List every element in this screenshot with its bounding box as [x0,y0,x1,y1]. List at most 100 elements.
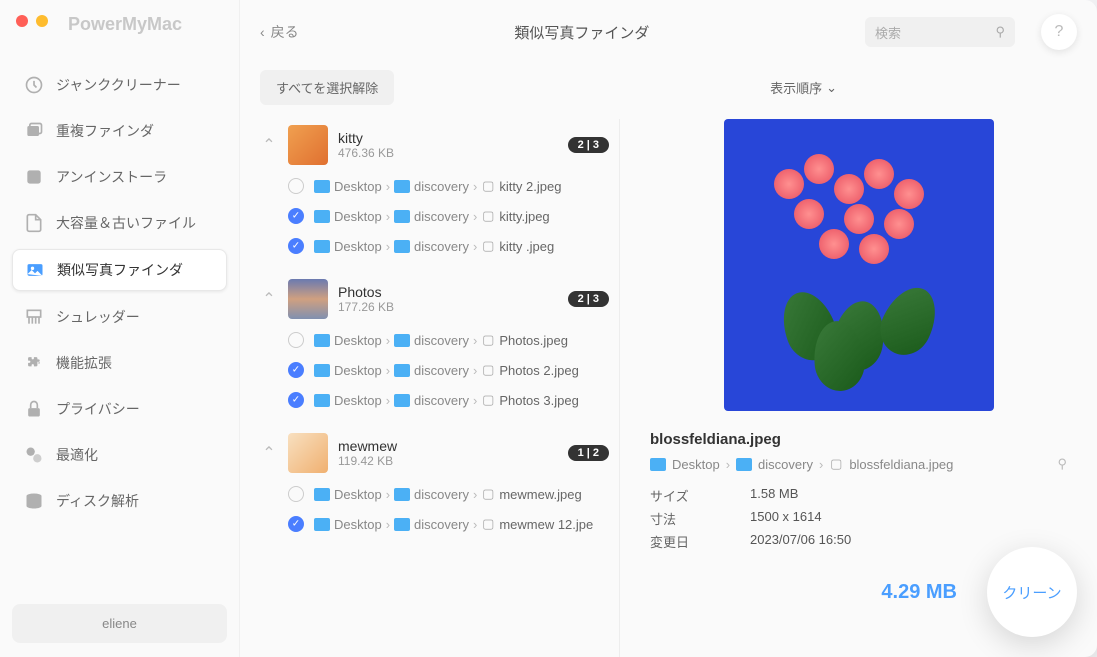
folder-icon [394,334,410,347]
preview-image [724,119,994,411]
checkbox[interactable] [288,208,304,224]
sort-button[interactable]: 表示順序 ⌄ [770,78,837,97]
sidebar-item-large-old-files[interactable]: 大容量＆古いファイル [12,203,227,243]
folder-icon [314,394,330,407]
image-file-icon: ▢ [481,392,495,408]
count-badge: 2 | 3 [568,137,609,153]
filename: kitty .jpeg [499,239,554,254]
checkbox[interactable] [288,238,304,254]
sidebar: PowerMyMac ジャンククリーナー 重複ファインダ アンインストーラ 大容… [0,0,240,657]
uninstall-icon [24,167,44,187]
sidebar-label: 重複ファインダ [56,121,154,141]
thumbnail [288,433,328,473]
clean-button[interactable]: クリーン [987,547,1077,637]
thumbnail [288,125,328,165]
close-window-button[interactable] [16,15,28,27]
checkbox[interactable] [288,362,304,378]
collapse-icon[interactable]: ⌃ [260,444,278,462]
sidebar-item-uninstaller[interactable]: アンインストーラ [12,157,227,197]
collapse-icon[interactable]: ⌃ [260,136,278,154]
group-header[interactable]: ⌃ Photos 177.26 KB 2 | 3 [260,273,609,325]
list-panel: ⌃ kitty 476.36 KB 2 | 3 Desktop›discover… [240,119,620,657]
meta-label: 寸法 [650,509,750,528]
file-row[interactable]: Desktop›discovery›▢Photos 3.jpeg [260,385,609,415]
file-row[interactable]: Desktop›discovery›▢mewmew 12.jpe [260,509,609,539]
folder-icon [314,180,330,193]
duplicate-icon [24,121,44,141]
checkbox[interactable] [288,178,304,194]
user-badge[interactable]: eliene [12,604,227,643]
folder-icon [394,180,410,193]
image-file-icon: ▢ [481,332,495,348]
filename: Photos 3.jpeg [499,393,579,408]
main-content: ‹ 戻る 類似写真ファインダ 検索 ⚲ ? すべてを選択解除 表示順序 ⌄ ⌃ [240,0,1097,657]
sidebar-item-shredder[interactable]: シュレッダー [12,297,227,337]
filename: Photos.jpeg [499,333,568,348]
file-row[interactable]: Desktop›discovery›▢Photos.jpeg [260,325,609,355]
file-row[interactable]: Desktop›discovery›▢Photos 2.jpeg [260,355,609,385]
sidebar-item-disk-analysis[interactable]: ディスク解析 [12,481,227,521]
image-file-icon: ▢ [481,208,495,224]
sidebar-label: 類似写真ファインダ [57,260,183,280]
folder-icon [314,518,330,531]
group-header[interactable]: ⌃ mewmew 119.42 KB 1 | 2 [260,427,609,479]
folder-icon [394,394,410,407]
photo-icon [25,260,45,280]
optimize-icon [24,445,44,465]
file-row[interactable]: Desktop›discovery›▢kitty 2.jpeg [260,171,609,201]
meta-value: 2023/07/06 16:50 [750,532,851,551]
sidebar-item-privacy[interactable]: プライバシー [12,389,227,429]
image-file-icon: ▢ [481,362,495,378]
file-row[interactable]: Desktop›discovery›▢kitty.jpeg [260,201,609,231]
folder-icon [314,488,330,501]
checkbox[interactable] [288,516,304,532]
checkbox[interactable] [288,392,304,408]
app-title: PowerMyMac [68,14,182,35]
bottom-bar: 4.29 MB クリーン [881,547,1077,637]
filename: kitty.jpeg [499,209,549,224]
group-header[interactable]: ⌃ kitty 476.36 KB 2 | 3 [260,119,609,171]
sidebar-item-optimize[interactable]: 最適化 [12,435,227,475]
sidebar-nav: ジャンククリーナー 重複ファインダ アンインストーラ 大容量＆古いファイル 類似… [12,65,227,604]
image-file-icon: ▢ [481,178,495,194]
meta-label: 変更日 [650,532,750,551]
sidebar-item-junk-cleaner[interactable]: ジャンククリーナー [12,65,227,105]
checkbox[interactable] [288,332,304,348]
reveal-icon[interactable]: ⚲ [1057,456,1067,472]
sidebar-item-duplicate-finder[interactable]: 重複ファインダ [12,111,227,151]
file-row[interactable]: Desktop›discovery›▢kitty .jpeg [260,231,609,261]
back-button[interactable]: ‹ 戻る [260,22,299,42]
controls-row: すべてを選択解除 表示順序 ⌄ [240,64,1097,119]
count-badge: 1 | 2 [568,445,609,461]
folder-icon [394,518,410,531]
group-size: 119.42 KB [338,454,558,468]
sidebar-label: プライバシー [56,399,140,419]
collapse-icon[interactable]: ⌃ [260,290,278,308]
deselect-all-button[interactable]: すべてを選択解除 [260,70,394,105]
group-size: 177.26 KB [338,300,558,314]
group-name: Photos [338,284,558,300]
folder-icon [736,458,752,471]
search-input[interactable]: 検索 ⚲ [865,17,1015,47]
search-placeholder: 検索 [875,23,901,42]
sidebar-item-similar-photos[interactable]: 類似写真ファインダ [12,249,227,291]
help-button[interactable]: ? [1041,14,1077,50]
folder-icon [394,240,410,253]
minimize-window-button[interactable] [36,15,48,27]
sidebar-item-extensions[interactable]: 機能拡張 [12,343,227,383]
file-row[interactable]: Desktop›discovery›▢mewmew.jpeg [260,479,609,509]
filename: kitty 2.jpeg [499,179,561,194]
photo-group: ⌃ mewmew 119.42 KB 1 | 2 Desktop›discove… [260,427,609,539]
checkbox[interactable] [288,486,304,502]
image-file-icon: ▢ [829,456,843,472]
group-name: mewmew [338,438,558,454]
sidebar-label: 機能拡張 [56,353,112,373]
photo-group: ⌃ kitty 476.36 KB 2 | 3 Desktop›discover… [260,119,609,261]
topbar: ‹ 戻る 類似写真ファインダ 検索 ⚲ ? [240,0,1097,64]
filename: Photos 2.jpeg [499,363,579,378]
shredder-icon [24,307,44,327]
sidebar-label: 最適化 [56,445,98,465]
group-size: 476.36 KB [338,146,558,160]
preview-metadata: サイズ1.58 MB 寸法1500 x 1614 変更日2023/07/06 1… [650,484,1067,553]
sidebar-label: アンインストーラ [56,167,167,187]
